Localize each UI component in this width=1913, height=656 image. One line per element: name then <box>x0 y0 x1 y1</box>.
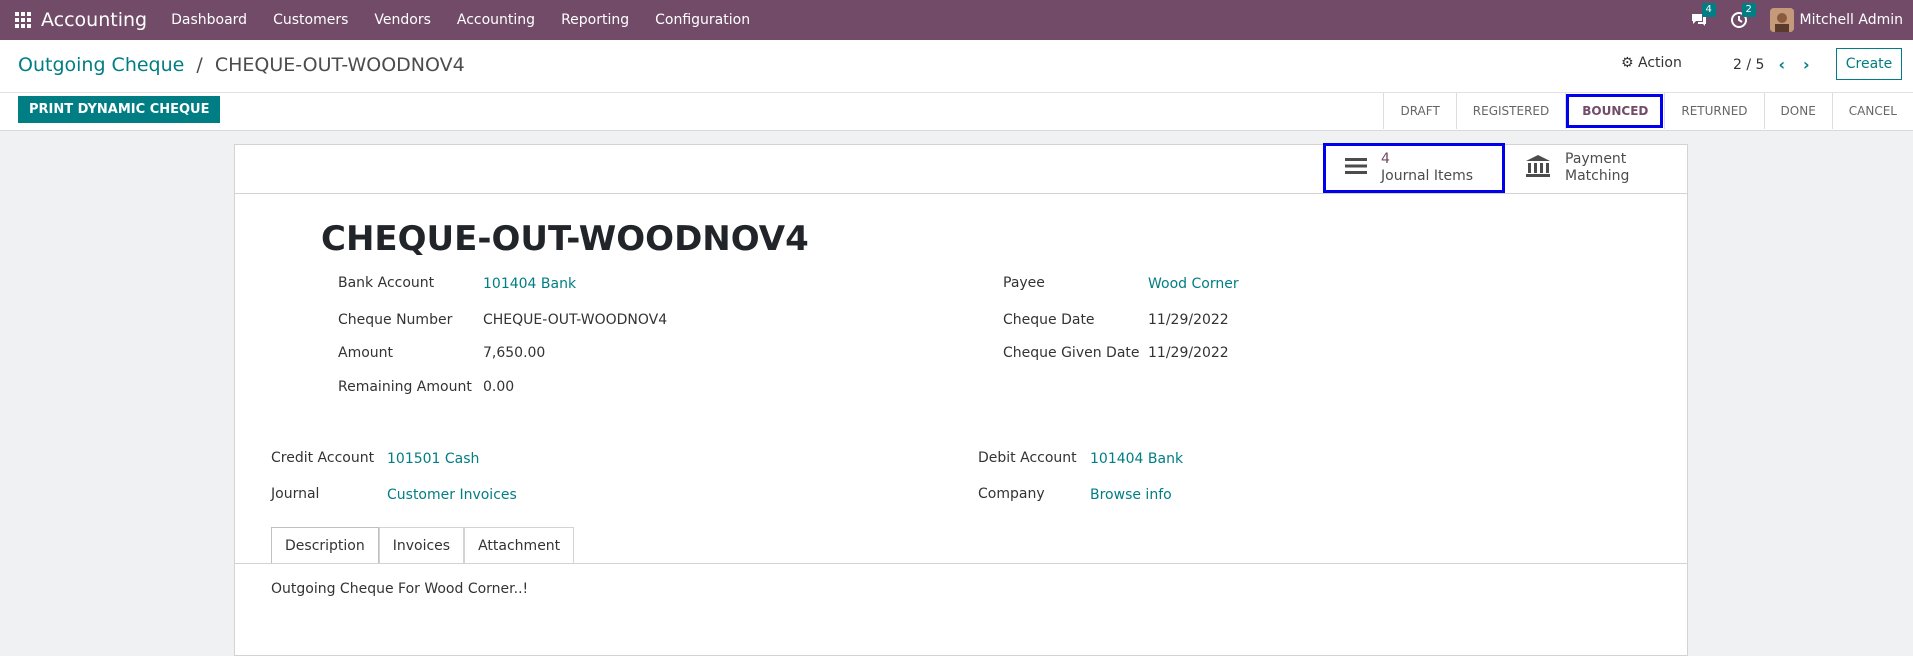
menu-reporting[interactable]: Reporting <box>561 12 629 28</box>
pager: 2 / 5 ‹ › <box>1733 55 1810 74</box>
company-value[interactable]: Browse info <box>1090 487 1172 503</box>
status-done[interactable]: DONE <box>1763 93 1832 129</box>
create-button[interactable]: Create <box>1836 48 1902 80</box>
pager-value[interactable]: 2 / 5 <box>1733 57 1764 73</box>
status-registered[interactable]: REGISTERED <box>1455 93 1565 129</box>
print-dynamic-cheque-button[interactable]: PRINT DYNAMIC CHEQUE <box>18 96 221 123</box>
activity-count-badge: 2 <box>1741 3 1756 17</box>
cheque-given-date-value[interactable]: 11/29/2022 <box>1148 345 1229 361</box>
breadcrumb: Outgoing Cheque / CHEQUE-OUT-WOODNOV4 <box>18 54 465 76</box>
tab-invoices[interactable]: Invoices <box>378 527 465 564</box>
debit-account-value[interactable]: 101404 Bank <box>1090 451 1183 467</box>
chat-icon[interactable]: 4 <box>1690 3 1716 29</box>
menu-accounting[interactable]: Accounting <box>457 12 535 28</box>
tab-divider <box>235 563 1687 564</box>
apps-grid-icon[interactable] <box>13 10 33 30</box>
status-returned[interactable]: RETURNED <box>1664 93 1763 129</box>
button-box: 4 Journal Items Payment Matching <box>235 143 1687 194</box>
journal-items-count: 4 <box>1381 151 1390 167</box>
remaining-amount-label: Remaining Amount <box>338 379 472 395</box>
credit-account-value[interactable]: 101501 Cash <box>387 451 479 467</box>
chevron-right-icon[interactable]: › <box>1803 55 1810 74</box>
chat-count-badge: 4 <box>1701 3 1716 17</box>
record-title[interactable]: CHEQUE-OUT-WOODNOV4 <box>321 219 809 259</box>
cheque-number-value[interactable]: CHEQUE-OUT-WOODNOV4 <box>483 312 667 328</box>
cheque-number-label: Cheque Number <box>338 312 453 328</box>
top-navbar: Accounting Dashboard Customers Vendors A… <box>0 0 1913 40</box>
payment-matching-line2: Matching <box>1565 168 1630 184</box>
gear-icon: ⚙ <box>1621 55 1634 71</box>
tab-description[interactable]: Description <box>271 527 379 564</box>
debit-account-label: Debit Account <box>978 450 1077 466</box>
payment-matching-button[interactable]: Payment Matching <box>1525 145 1665 191</box>
cheque-given-date-label: Cheque Given Date <box>1003 345 1140 361</box>
breadcrumb-parent[interactable]: Outgoing Cheque <box>18 54 184 76</box>
action-label: Action <box>1638 55 1682 71</box>
breadcrumb-current: CHEQUE-OUT-WOODNOV4 <box>214 54 465 76</box>
payment-matching-line1: Payment <box>1565 151 1627 167</box>
chevron-left-icon[interactable]: ‹ <box>1778 55 1785 74</box>
bank-icon <box>1525 154 1551 182</box>
description-text[interactable]: Outgoing Cheque For Wood Corner..! <box>271 581 528 597</box>
credit-account-label: Credit Account <box>271 450 375 466</box>
notebook-tabs: Description Invoices Attachment <box>271 527 575 564</box>
amount-value[interactable]: 7,650.00 <box>483 345 545 361</box>
cheque-date-value[interactable]: 11/29/2022 <box>1148 312 1229 328</box>
bank-account-label: Bank Account <box>338 275 435 291</box>
payee-value[interactable]: Wood Corner <box>1148 276 1239 292</box>
control-panel: Outgoing Cheque / CHEQUE-OUT-WOODNOV4 ⚙ … <box>0 40 1913 131</box>
payee-label: Payee <box>1003 275 1045 291</box>
activity-clock-icon[interactable]: 2 <box>1730 3 1756 29</box>
journal-items-label: Journal Items <box>1381 168 1474 184</box>
form-sheet: 4 Journal Items Payment Matching CHEQUE-… <box>234 143 1688 656</box>
user-name[interactable]: Mitchell Admin <box>1800 12 1904 28</box>
journal-label: Journal <box>271 486 320 502</box>
user-avatar[interactable] <box>1769 8 1794 32</box>
cheque-date-label: Cheque Date <box>1003 312 1095 328</box>
status-draft[interactable]: DRAFT <box>1383 93 1455 129</box>
status-bar: DRAFT REGISTERED BOUNCED RETURNED DONE C… <box>1383 93 1913 129</box>
list-icon <box>1345 156 1367 180</box>
app-name[interactable]: Accounting <box>41 9 147 31</box>
status-cancel[interactable]: CANCEL <box>1831 93 1913 129</box>
amount-label: Amount <box>338 345 394 361</box>
menu-configuration[interactable]: Configuration <box>655 12 750 28</box>
journal-value[interactable]: Customer Invoices <box>387 487 517 503</box>
status-bounced[interactable]: BOUNCED <box>1565 93 1664 129</box>
menu-customers[interactable]: Customers <box>273 12 348 28</box>
tab-attachment[interactable]: Attachment <box>464 527 575 564</box>
remaining-amount-value: 0.00 <box>483 379 515 395</box>
menu-vendors[interactable]: Vendors <box>374 12 430 28</box>
menu-dashboard[interactable]: Dashboard <box>171 12 247 28</box>
breadcrumb-separator: / <box>196 54 203 76</box>
company-label: Company <box>978 486 1045 502</box>
journal-items-button[interactable]: 4 Journal Items <box>1323 143 1505 193</box>
bank-account-value[interactable]: 101404 Bank <box>483 276 576 292</box>
action-menu-button[interactable]: ⚙ Action <box>1621 55 1682 71</box>
